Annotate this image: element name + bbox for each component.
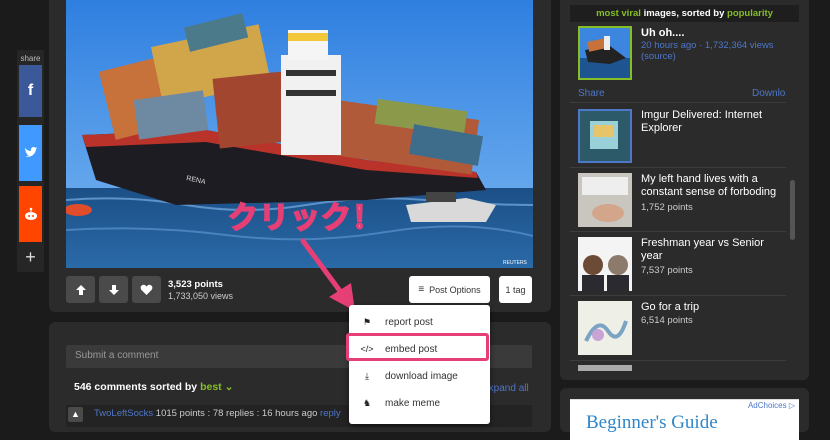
adchoices-label[interactable]: AdChoices ▷ <box>748 401 795 410</box>
downvote-button[interactable] <box>99 276 128 303</box>
download-image-item[interactable]: ⤓ download image <box>349 363 490 389</box>
report-post-item[interactable]: ⚑ report post <box>349 309 490 335</box>
sidebar-header: most viral images, sorted by popularity <box>570 5 799 22</box>
post-options-menu: ⚑ report post </> embed post ⤓ download ima… <box>349 305 490 424</box>
sidebar-item-points: 7,537 points <box>641 265 693 276</box>
sidebar-item-title[interactable]: My left hand lives with a constant sense… <box>641 173 786 199</box>
divider <box>570 167 786 168</box>
sidebar-item-title[interactable]: Freshman year vs Senior year <box>641 237 786 263</box>
comment-meta: TwoLeftSocks 1015 points : 78 replies : … <box>94 408 341 419</box>
tag-button[interactable]: 1 tag <box>499 276 532 303</box>
thumbnail-4[interactable] <box>578 301 632 355</box>
thumbnail-2[interactable] <box>578 173 632 227</box>
thumbnail-3[interactable] <box>578 237 632 291</box>
divider <box>570 231 786 232</box>
share-label: share <box>20 54 41 63</box>
divider <box>570 102 786 103</box>
annotation-text: クリック！ <box>227 201 383 236</box>
reply-link[interactable]: reply <box>320 408 341 419</box>
chevron-down-icon: ⌄ <box>224 381 234 393</box>
make-meme-item[interactable]: ♞ make meme <box>349 390 490 416</box>
facebook-icon[interactable]: f <box>19 65 42 117</box>
ad-banner[interactable]: AdChoices ▷ Beginner's Guide <box>570 399 799 440</box>
post-options-label: Post Options <box>429 284 481 295</box>
twitter-icon[interactable] <box>19 125 42 181</box>
sidebar-scrollbar[interactable] <box>790 180 795 240</box>
share-bar: share f + <box>17 50 44 272</box>
thumbnail-5[interactable] <box>578 365 632 371</box>
post-views: 1,733,050 views <box>168 291 234 301</box>
download-icon: ⤓ <box>365 370 369 381</box>
post-options-button[interactable]: ≡ Post Options <box>409 276 490 303</box>
reddit-icon[interactable] <box>19 186 42 242</box>
sidebar-item-points: 6,514 points <box>641 315 693 326</box>
download-link[interactable]: Download <box>752 88 786 99</box>
svg-text:REUTERS: REUTERS <box>503 260 528 266</box>
annotation-arrow <box>300 238 355 311</box>
flag-icon: ⚑ <box>362 316 372 327</box>
sort-dropdown[interactable]: best <box>200 381 222 393</box>
sidebar-item-title[interactable]: Imgur Delivered: Internet Explorer <box>641 109 786 135</box>
upvote-button[interactable] <box>66 276 95 303</box>
thumbnail-1[interactable] <box>578 109 632 163</box>
highlight-box <box>346 333 489 361</box>
comment-user[interactable]: TwoLeftSocks <box>94 408 153 419</box>
sidebar-item-title[interactable]: Go for a trip <box>641 301 786 314</box>
sidebar-item-points: 1,752 points <box>641 202 693 213</box>
comments-count: 546 comments sorted by best ⌄ <box>74 381 234 393</box>
menu-icon: ≡ <box>418 284 425 295</box>
comment-upvote-icon[interactable]: ▲ <box>68 407 83 422</box>
more-share-icon[interactable]: + <box>19 244 42 270</box>
post-points: 3,523 points <box>168 279 223 290</box>
featured-meta: 20 hours ago · 1,732,364 views <box>641 40 774 51</box>
ad-text: Beginner's Guide <box>586 412 718 433</box>
share-link[interactable]: Share <box>578 88 605 99</box>
divider <box>570 360 786 361</box>
divider <box>570 295 786 296</box>
featured-thumbnail[interactable] <box>578 26 632 80</box>
meme-icon: ♞ <box>362 397 372 408</box>
featured-source-link[interactable]: (source) <box>641 51 676 62</box>
featured-title[interactable]: Uh oh.... <box>641 27 786 40</box>
favorite-button[interactable] <box>132 276 161 303</box>
